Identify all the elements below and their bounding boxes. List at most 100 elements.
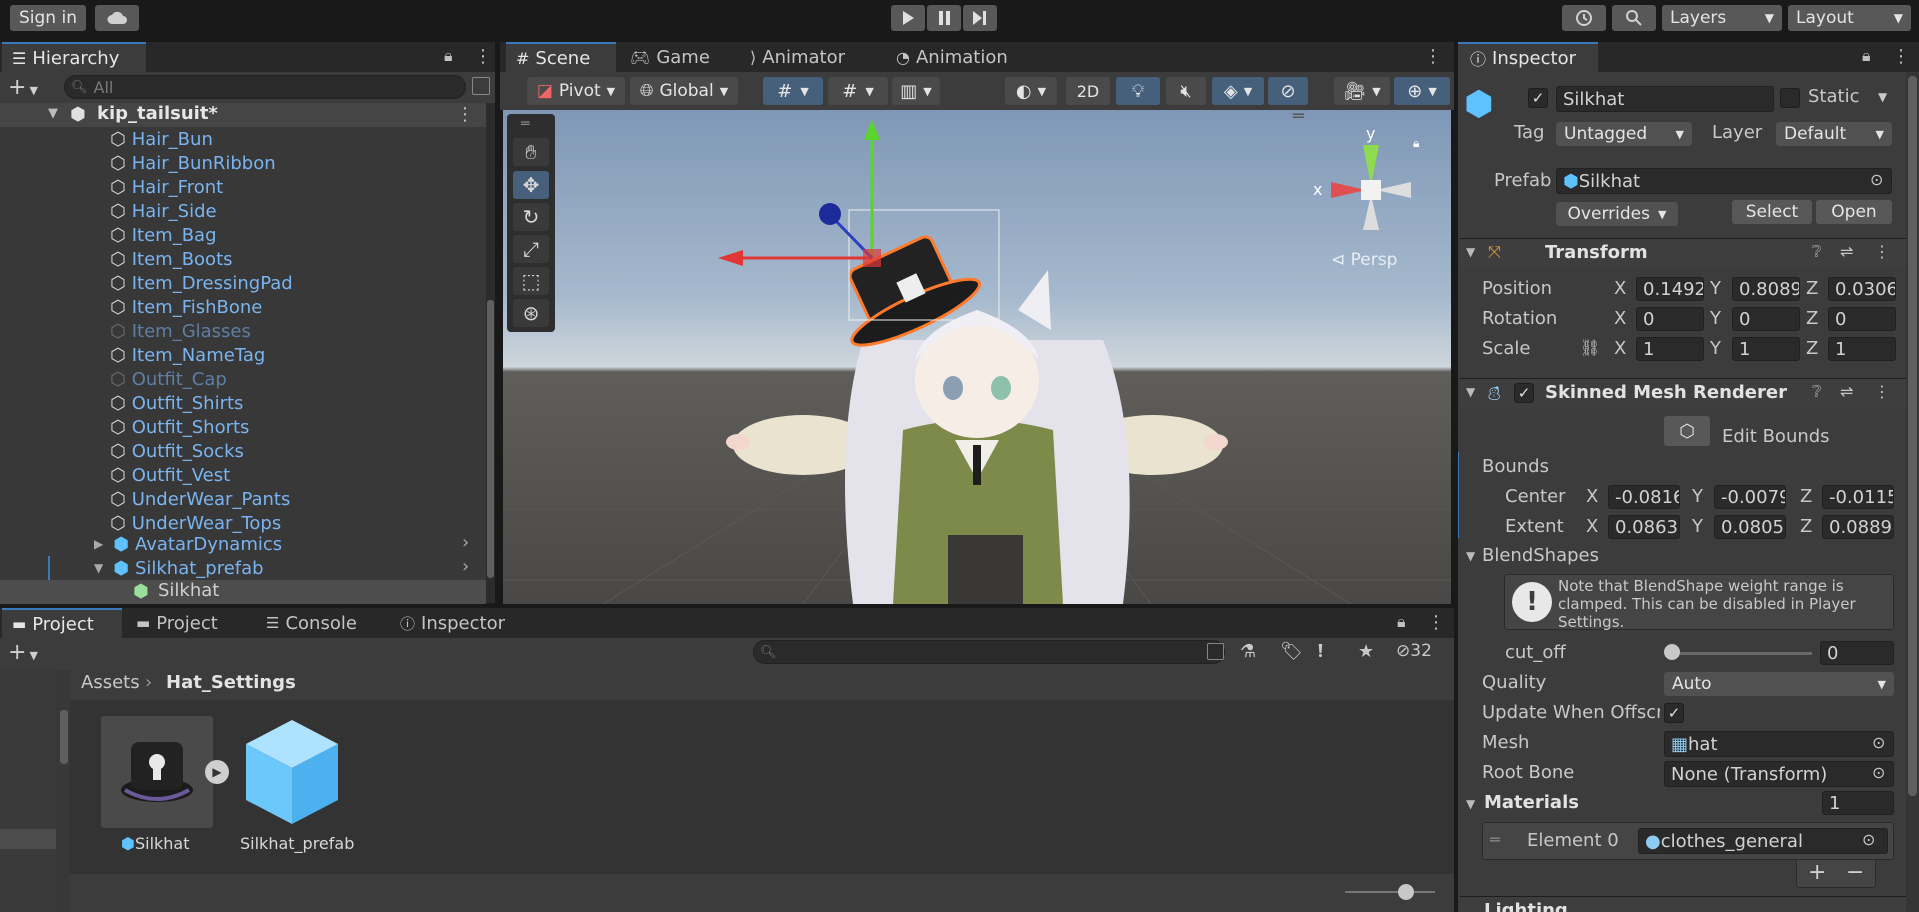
asset-tile-silkhat-prefab[interactable] xyxy=(238,716,346,828)
hierarchy-item[interactable]: ⬡ Item_DressingPad xyxy=(110,271,480,295)
triangle-down-icon[interactable]: ▼ xyxy=(1466,385,1475,399)
hierarchy-item[interactable]: ⬡ Hair_Side xyxy=(110,199,480,223)
lock-icon[interactable]: 🔒︎ xyxy=(1397,612,1406,632)
edit-bounds-button[interactable]: ⬡ xyxy=(1664,416,1710,446)
hierarchy-item-silkhat-selected[interactable] xyxy=(0,580,486,604)
breadcrumb-assets[interactable]: Assets xyxy=(81,672,140,693)
axis-z-label[interactable]: Z xyxy=(1806,278,1818,299)
project-search-input[interactable]: 🔍︎ xyxy=(753,640,1225,664)
axis-z-label[interactable]: Z xyxy=(1800,516,1812,537)
chevron-right-icon[interactable]: › xyxy=(462,556,469,577)
hierarchy-item-silkhat-prefab[interactable]: ▼ ⬢ Silkhat_prefab xyxy=(94,556,474,580)
tab-hierarchy[interactable]: ☰ Hierarchy xyxy=(2,42,146,72)
object-name-field[interactable]: Silkhat xyxy=(1556,86,1774,112)
history-button[interactable] xyxy=(1562,5,1606,31)
scene-visibility-toggle[interactable]: ⊘ xyxy=(1268,77,1308,105)
drag-handle-icon[interactable]: ═ xyxy=(1490,830,1500,849)
hierarchy-scroll-thumb[interactable] xyxy=(487,300,494,578)
hierarchy-item[interactable]: ⬡ Outfit_Cap xyxy=(110,367,480,391)
project-folder-tree[interactable] xyxy=(0,670,56,912)
tab-animator[interactable]: ⟩ Animator xyxy=(740,42,882,72)
triangle-down-icon[interactable]: ▼ xyxy=(1466,245,1475,259)
bounds-extent-z-input[interactable]: 0.08894 xyxy=(1822,515,1894,539)
axis-z-label[interactable]: Z xyxy=(1806,308,1818,329)
asset-label-silkhat[interactable]: ⬢Silkhat xyxy=(121,834,190,853)
static-checkbox[interactable] xyxy=(1780,88,1800,108)
cloud-button[interactable] xyxy=(95,5,139,31)
tab-inspector[interactable]: ⓘ Inspector xyxy=(1458,42,1598,72)
tab-animation[interactable]: ◔ Animation xyxy=(886,42,1036,72)
rotation-y-input[interactable]: 0 xyxy=(1732,307,1800,331)
lighting-toggle[interactable]: 💡︎ xyxy=(1116,77,1160,105)
cut-off-slider-thumb[interactable] xyxy=(1664,644,1680,660)
triangle-down-icon[interactable]: ▼ xyxy=(1466,797,1475,811)
scale-tool[interactable]: ⤢ xyxy=(513,235,549,263)
axis-x-label[interactable]: X xyxy=(1614,338,1626,359)
select-button[interactable]: Select xyxy=(1732,200,1812,224)
hierarchy-item-avatardynamics[interactable]: ▶ ⬢ AvatarDynamics xyxy=(94,532,474,556)
bounds-center-z-input[interactable]: -0.0115 xyxy=(1822,485,1894,509)
tab-game[interactable]: 🎮︎ Game xyxy=(620,42,736,72)
tab-project-0[interactable]: ▬ Project xyxy=(2,608,122,638)
presets-icon[interactable]: ⇌ xyxy=(1840,242,1853,261)
chevron-right-icon[interactable]: › xyxy=(462,532,469,553)
search-filter-icon[interactable] xyxy=(472,77,490,95)
position-y-input[interactable]: 0.8089 xyxy=(1732,277,1800,301)
hierarchy-item[interactable]: ⬡ Outfit_Socks xyxy=(110,439,480,463)
bounds-extent-y-input[interactable]: 0.08050 xyxy=(1714,515,1786,539)
hierarchy-item[interactable]: ⬡ Hair_Bun xyxy=(110,127,480,151)
axis-z-label[interactable]: Z xyxy=(1800,486,1812,507)
element-0-field[interactable]: ● clothes_general xyxy=(1638,828,1888,854)
axis-y-label[interactable]: Y xyxy=(1692,516,1703,537)
axis-y-label[interactable]: Y xyxy=(1692,486,1703,507)
chevron-down-icon[interactable]: ▼ xyxy=(1878,90,1887,104)
hierarchy-item[interactable]: ⬡ Outfit_Shirts xyxy=(110,391,480,415)
global-dropdown[interactable]: 🌐︎ Global ▼ xyxy=(630,77,738,105)
prefab-field[interactable]: ⬢ Silkhat xyxy=(1556,168,1892,194)
hierarchy-item[interactable]: ⬡ Outfit_Vest xyxy=(110,463,480,487)
cut-off-slider[interactable] xyxy=(1670,652,1812,655)
axis-x-label[interactable]: X xyxy=(1614,308,1626,329)
layer-dropdown[interactable]: Default ▼ xyxy=(1776,122,1892,146)
triangle-down-icon[interactable]: ▼ xyxy=(1466,549,1475,563)
effects-toggle[interactable]: ◈ ▼ xyxy=(1212,77,1264,105)
axis-x-label[interactable]: X xyxy=(1586,486,1598,507)
layout-dropdown[interactable]: Layout ▼ xyxy=(1788,5,1911,31)
vertical-splitter[interactable] xyxy=(1454,42,1458,912)
link-scale-icon[interactable]: ⛓︎ xyxy=(1580,338,1600,357)
presets-icon[interactable]: ⇌ xyxy=(1840,382,1853,401)
create-asset-button[interactable]: + ▼ xyxy=(8,640,38,665)
pause-button[interactable] xyxy=(927,5,961,31)
tab-console-2[interactable]: ☰ Console xyxy=(256,608,386,638)
help-icon[interactable]: ❔︎ xyxy=(1812,242,1822,262)
object-picker-icon[interactable]: ⊙ xyxy=(1870,170,1883,189)
ruler-button[interactable]: ▥ ▼ xyxy=(892,77,940,105)
scale-y-input[interactable]: 1 xyxy=(1732,337,1800,361)
tab-inspector-3[interactable]: ⓘ Inspector xyxy=(390,608,530,638)
filter-by-label-icon[interactable]: 🏷︎ xyxy=(1280,641,1303,662)
rotation-x-input[interactable]: 0 xyxy=(1636,307,1704,331)
hierarchy-item[interactable]: ⬡ Item_Glasses xyxy=(110,319,480,343)
help-icon[interactable]: ❔︎ xyxy=(1812,382,1822,402)
position-x-input[interactable]: 0.1492 xyxy=(1636,277,1704,301)
position-z-input[interactable]: 0.0306 xyxy=(1828,277,1896,301)
filter-by-type-icon[interactable]: ⚗ xyxy=(1240,641,1256,662)
tree-scroll-thumb[interactable] xyxy=(60,710,68,764)
axis-y-label[interactable]: Y xyxy=(1710,338,1721,359)
axis-y-label[interactable]: Y xyxy=(1710,278,1721,299)
lock-icon[interactable]: 🔒︎ xyxy=(1862,46,1871,66)
breadcrumb-hat-settings[interactable]: Hat_Settings xyxy=(166,672,296,693)
object-picker-icon[interactable]: ⊙ xyxy=(1872,733,1885,752)
more-menu-icon[interactable]: ⋮ xyxy=(1892,46,1910,67)
add-element-button[interactable]: + xyxy=(1808,860,1826,885)
object-picker-icon[interactable]: ⊙ xyxy=(1872,763,1885,782)
hierarchy-search-input[interactable]: 🔍︎ All xyxy=(64,75,466,99)
play-button[interactable] xyxy=(891,5,925,31)
add-object-button[interactable]: + ▼ xyxy=(8,75,38,100)
favorite-star-icon[interactable]: ★ xyxy=(1358,641,1374,662)
axis-x-label[interactable]: X xyxy=(1586,516,1598,537)
audio-toggle[interactable]: 🔇︎ xyxy=(1166,77,1206,105)
quality-dropdown[interactable]: Auto ▼ xyxy=(1664,672,1894,696)
hierarchy-item[interactable]: ⬡ Outfit_Shorts xyxy=(110,415,480,439)
grid-snap-button[interactable]: # ▼ xyxy=(763,77,823,105)
